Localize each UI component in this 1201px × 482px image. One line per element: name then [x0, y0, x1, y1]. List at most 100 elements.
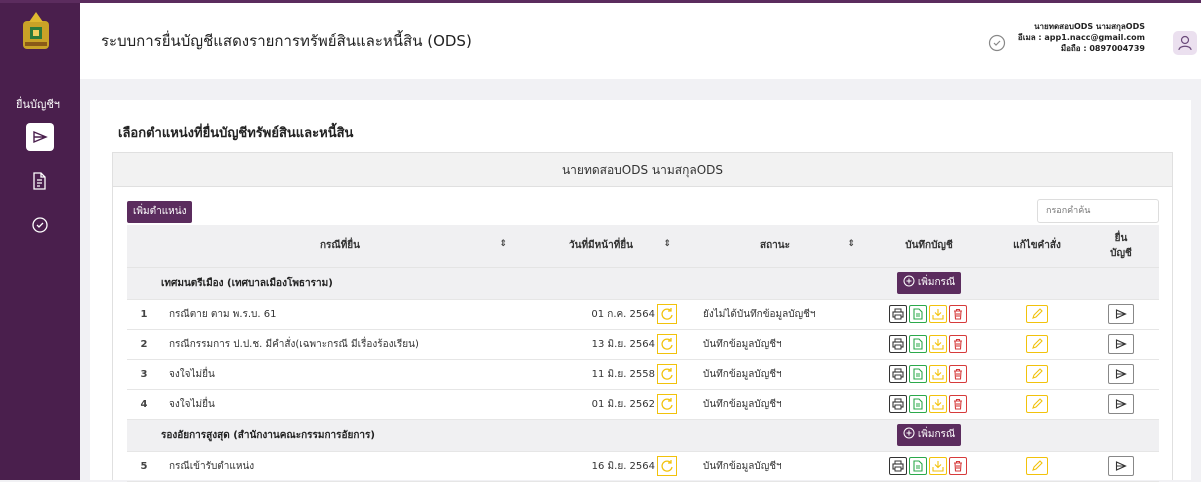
document-button[interactable] [909, 335, 927, 353]
edit-order-button[interactable] [1026, 457, 1048, 475]
print-button[interactable] [889, 457, 907, 475]
refresh-icon [661, 460, 673, 472]
due-date: 11 มิ.ย. 2558 [591, 369, 655, 380]
sort-icon[interactable]: ⇕ [663, 239, 671, 249]
case-name: จงใจไม่ยื่น [161, 389, 519, 420]
document-button[interactable] [909, 457, 927, 475]
download-icon [932, 369, 944, 380]
sort-icon[interactable]: ⇕ [499, 239, 507, 249]
refresh-icon [661, 368, 673, 380]
delete-button[interactable] [949, 305, 967, 323]
send-icon [1115, 309, 1127, 319]
download-button[interactable] [929, 305, 947, 323]
pencil-icon [1032, 368, 1043, 379]
download-button[interactable] [929, 457, 947, 475]
emblem-logo [23, 12, 49, 49]
print-button[interactable] [889, 305, 907, 323]
refresh-button[interactable] [657, 304, 677, 324]
system-title: ระบบการยื่นบัญชีแสดงรายการทรัพย์สินและหน… [101, 32, 472, 50]
col-status-header[interactable]: สถานะ ⇕ [683, 225, 867, 268]
document-button[interactable] [909, 365, 927, 383]
pencil-icon [1032, 308, 1043, 319]
add-position-button[interactable]: เพิ่มตำแหน่ง [127, 201, 193, 223]
refresh-button[interactable] [657, 364, 677, 384]
nav-history-button[interactable] [26, 211, 54, 239]
document-button[interactable] [909, 305, 927, 323]
edit-order-button[interactable] [1026, 395, 1048, 413]
print-button[interactable] [889, 335, 907, 353]
print-icon [892, 398, 904, 410]
document-button[interactable] [909, 395, 927, 413]
status-text: บันทึกข้อมูลบัญชีฯ [683, 329, 867, 360]
submit-button[interactable] [1108, 394, 1134, 414]
status-text: บันทึกข้อมูลบัญชีฯ [683, 389, 867, 420]
table-row: 2 กรณีกรรมการ ป.ป.ช. มีคำสั่ง(เฉพาะกรณี … [127, 329, 1159, 360]
user-phone: มือถือ : 0897004739 [1060, 44, 1145, 53]
clock-icon[interactable] [987, 33, 1007, 53]
nav-send-button[interactable] [26, 123, 54, 151]
clock-check-icon [32, 217, 48, 233]
edit-order-button[interactable] [1026, 335, 1048, 353]
delete-button[interactable] [949, 335, 967, 353]
print-icon [892, 308, 904, 320]
send-icon [1115, 339, 1127, 349]
trash-icon [954, 308, 962, 320]
refresh-button[interactable] [657, 394, 677, 414]
refresh-button[interactable] [657, 456, 677, 476]
download-icon [932, 461, 944, 472]
nav-document-button[interactable] [26, 167, 54, 195]
due-date: 01 มิ.ย. 2562 [591, 399, 655, 410]
user-email: อีเมล : app1.nacc@gmail.com [1017, 33, 1145, 42]
download-button[interactable] [929, 335, 947, 353]
pencil-icon [1032, 398, 1043, 409]
group-row: รองอัยการสูงสุด (สำนักงานคณะกรรมการอัยกา… [127, 419, 1159, 452]
plus-circle-icon [903, 275, 915, 287]
group-row: เทศมนตรีเมือง (เทศบาลเมืองโพธาราม) เพิ่ม… [127, 267, 1159, 300]
delete-button[interactable] [949, 365, 967, 383]
plus-circle-icon [903, 427, 915, 439]
print-icon [892, 368, 904, 380]
download-icon [932, 399, 944, 410]
status-text: บันทึกข้อมูลบัญชีฯ [683, 451, 867, 482]
nav-label-submit: ยื่นบัญชีฯ [16, 98, 60, 111]
sort-icon[interactable]: ⇕ [847, 239, 855, 249]
col-record-header: บันทึกบัญชี [867, 225, 991, 268]
trash-icon [954, 368, 962, 380]
delete-button[interactable] [949, 395, 967, 413]
add-case-button[interactable]: เพิ่มกรณี [896, 424, 962, 446]
refresh-button[interactable] [657, 334, 677, 354]
print-button[interactable] [889, 395, 907, 413]
download-button[interactable] [929, 365, 947, 383]
avatar[interactable] [1173, 31, 1197, 55]
position-panel: นายทดสอบODS นามสกุลODS เพิ่มตำแหน่ง กรณี… [112, 152, 1173, 482]
case-name: กรณีเข้ารับตำแหน่ง [161, 451, 519, 482]
due-date: 16 มิ.ย. 2564 [591, 461, 655, 472]
submit-button[interactable] [1108, 456, 1134, 476]
print-button[interactable] [889, 365, 907, 383]
table-row: 3 จงใจไม่ยื่น 11 มิ.ย. 2558 บันทึกข้อมูล… [127, 359, 1159, 390]
add-case-button[interactable]: เพิ่มกรณี [896, 272, 962, 294]
edit-order-button[interactable] [1026, 365, 1048, 383]
edit-order-button[interactable] [1026, 305, 1048, 323]
sidebar: ยื่นบัญชีฯ [0, 3, 80, 480]
row-number: 1 [127, 299, 161, 330]
download-button[interactable] [929, 395, 947, 413]
user-info: นายทดสอบODS นามสกุลODS อีเมล : app1.nacc… [1018, 21, 1145, 54]
pencil-icon [1032, 460, 1043, 471]
search-input[interactable] [1037, 199, 1159, 223]
submit-button[interactable] [1108, 304, 1134, 324]
col-date-header[interactable]: วันที่มีหน้าที่ยื่น ⇕ [519, 225, 683, 268]
refresh-icon [661, 398, 673, 410]
panel-user-name: นายทดสอบODS นามสกุลODS [113, 153, 1172, 187]
group-name: เทศมนตรีเมือง (เทศบาลเมืองโพธาราม) [161, 267, 867, 300]
submit-button[interactable] [1108, 364, 1134, 384]
submit-button[interactable] [1108, 334, 1134, 354]
download-icon [932, 309, 944, 320]
delete-button[interactable] [949, 457, 967, 475]
download-icon [932, 339, 944, 350]
user-icon [1178, 35, 1192, 51]
cases-table: กรณีที่ยื่น ⇕ วันที่มีหน้าที่ยื่น ⇕ สถานะ ⇕… [127, 225, 1159, 482]
main-card: เลือกตำแหน่งที่ยื่นบัญชีทรัพย์สินและหนี้… [90, 100, 1191, 482]
col-case-header[interactable]: กรณีที่ยื่น ⇕ [161, 225, 519, 268]
table-row: 1 กรณีตาย ตาม พ.ร.บ. 61 01 ก.ค. 2564 ยัง… [127, 299, 1159, 330]
